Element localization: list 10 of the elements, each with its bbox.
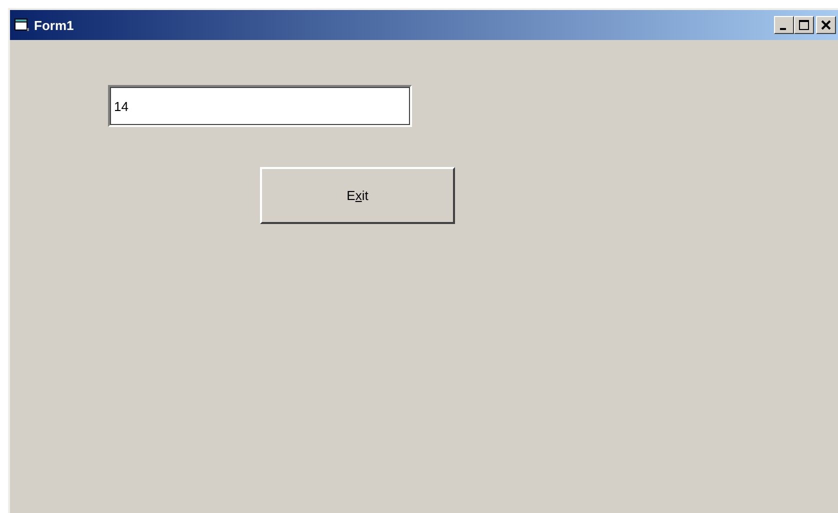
close-button[interactable] [816, 16, 836, 34]
window-icon [14, 18, 30, 32]
close-icon [821, 20, 831, 30]
minimize-icon [780, 28, 786, 30]
minimize-button[interactable] [774, 16, 794, 34]
maximize-button[interactable] [794, 16, 814, 34]
exit-button[interactable]: Exit [260, 167, 455, 224]
text-field[interactable]: 14 [108, 85, 412, 127]
window-title: Form1 [34, 18, 75, 32]
maximize-icon [799, 20, 809, 30]
